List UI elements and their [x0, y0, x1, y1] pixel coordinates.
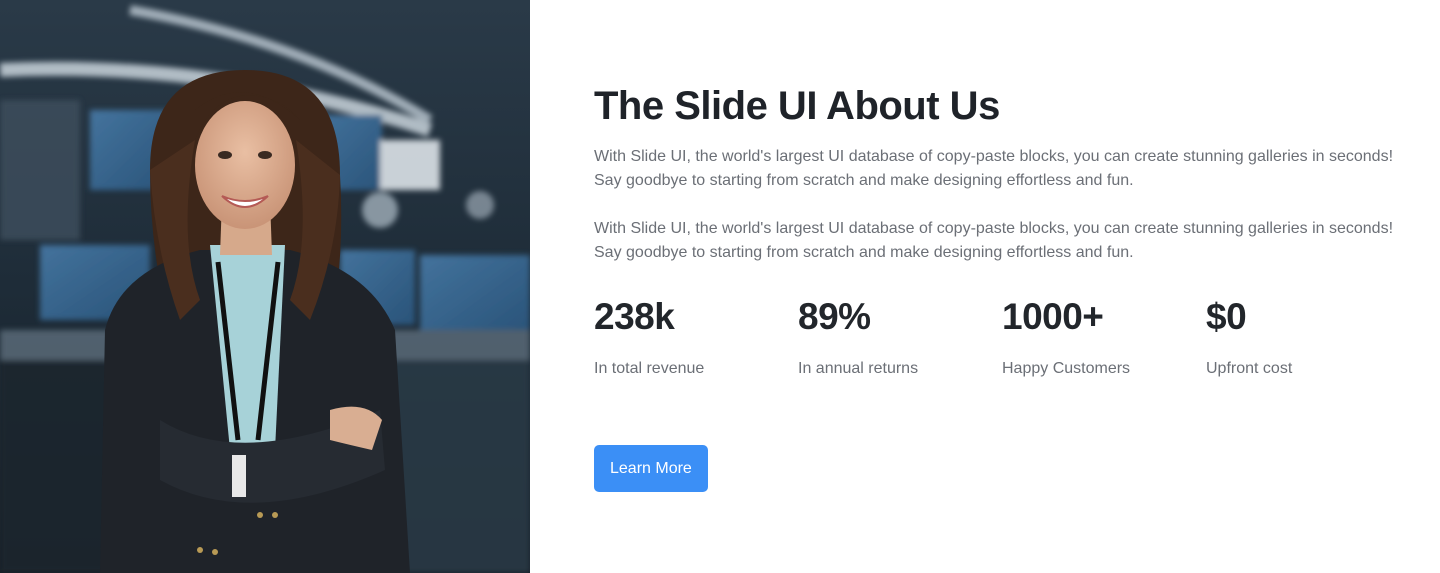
description-paragraph-2: With Slide UI, the world's largest UI da…: [594, 220, 1394, 261]
stat-label: In total revenue: [594, 360, 705, 377]
stat-label: Upfront cost: [1206, 360, 1293, 377]
description-paragraph-1: With Slide UI, the world's largest UI da…: [594, 148, 1394, 189]
stats-row: 238k In total revenue 89% In annual retu…: [594, 294, 1410, 380]
stat-value: 1000+: [1002, 296, 1104, 337]
stat-total-revenue: 238k In total revenue: [594, 294, 798, 380]
page-title: The Slide UI About Us: [594, 84, 1000, 128]
learn-more-button[interactable]: Learn More: [594, 445, 708, 492]
stat-value: $0: [1206, 296, 1247, 337]
stat-label: Happy Customers: [1002, 360, 1131, 377]
stat-value: 238k: [594, 296, 675, 337]
stat-value: 89%: [798, 296, 871, 337]
team-photo: [0, 0, 530, 573]
stat-happy-customers: 1000+ Happy Customers: [1002, 294, 1206, 380]
stat-label: In annual returns: [798, 360, 919, 377]
about-content: The Slide UI About Us With Slide UI, the…: [530, 0, 1440, 573]
stat-annual-returns: 89% In annual returns: [798, 294, 1002, 380]
stat-upfront-cost: $0 Upfront cost: [1206, 294, 1410, 380]
about-section: The Slide UI About Us With Slide UI, the…: [0, 0, 1440, 573]
